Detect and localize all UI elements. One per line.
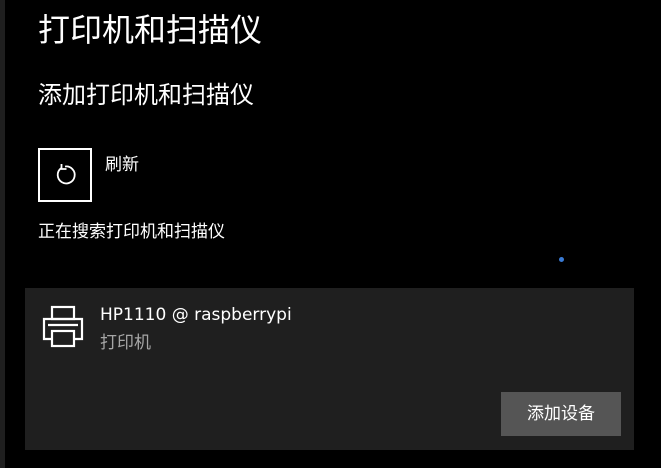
refresh-button[interactable] [38,148,92,202]
add-device-button[interactable]: 添加设备 [501,392,621,436]
window-left-edge [0,0,5,468]
refresh-icon [56,164,76,185]
device-name: HP1110 @ raspberrypi [100,305,292,325]
device-list-item[interactable]: HP1110 @ raspberrypi 打印机 添加设备 [25,288,634,450]
progress-indicator [559,257,564,262]
search-status-text: 正在搜索打印机和扫描仪 [38,222,225,242]
refresh-label[interactable]: 刷新 [105,153,139,177]
section-title: 添加打印机和扫描仪 [38,81,254,109]
printer-icon [42,305,84,348]
device-type: 打印机 [100,333,151,353]
page-title: 打印机和扫描仪 [38,11,263,49]
